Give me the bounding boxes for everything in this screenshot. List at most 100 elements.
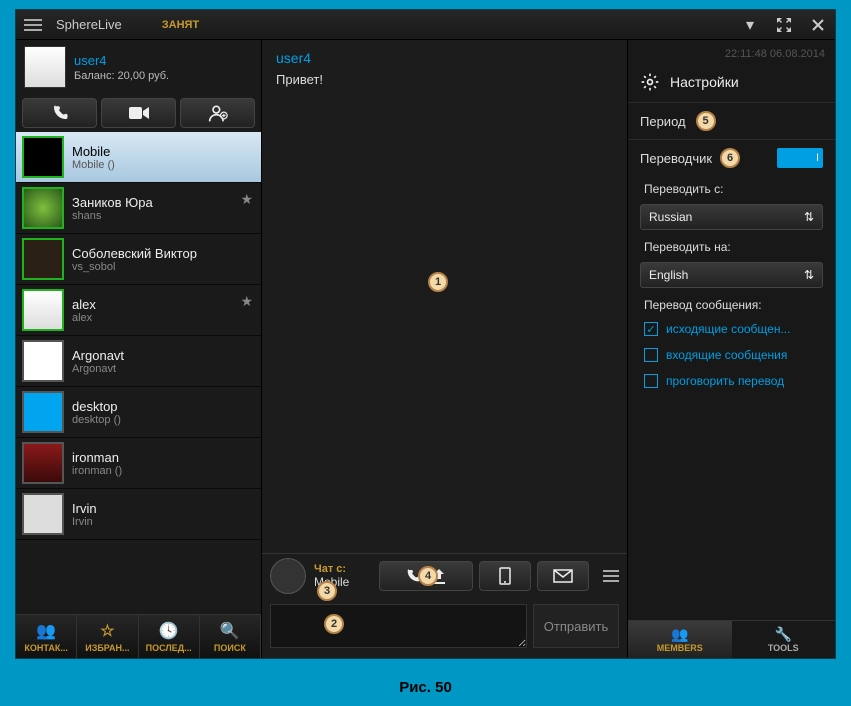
sidebar-tabs: 👥КОНТАК... ☆ИЗБРАН... 🕓ПОСЛЕД... 🔍ПОИСК (16, 614, 261, 658)
tab-favorites[interactable]: ☆ИЗБРАН... (77, 615, 138, 658)
contact-item[interactable]: Соболевский Викторvs_sobol (16, 234, 261, 285)
translator-label: Переводчик (640, 151, 712, 166)
user-balance: Баланс: 20,00 руб. (74, 70, 169, 82)
chevron-updown-icon: ⇅ (804, 268, 814, 282)
callout-marker-4: 4 (418, 566, 438, 586)
contact-name: Mobile (72, 144, 115, 159)
translate-from-label: Переводить с: (628, 176, 835, 200)
contact-name: alex (72, 297, 96, 312)
tab-contacts[interactable]: 👥КОНТАК... (16, 615, 77, 658)
contact-name: Argonavt (72, 348, 124, 363)
translate-from-select[interactable]: Russian⇅ (640, 204, 823, 230)
settings-panel: 22:11:48 06.08.2014 Настройки Период 5 П… (627, 40, 835, 658)
translate-to-select[interactable]: English⇅ (640, 262, 823, 288)
chevron-updown-icon: ⇅ (804, 210, 814, 224)
avatar (22, 442, 64, 484)
contact-sub: Irvin (72, 516, 97, 528)
contact-item[interactable]: desktopdesktop () (16, 387, 261, 438)
fullscreen-icon[interactable] (775, 16, 793, 34)
video-call-button[interactable] (101, 98, 176, 128)
contact-sub: alex (72, 312, 96, 324)
contact-name: desktop (72, 399, 121, 414)
check-outgoing[interactable]: исходящие сообщен... (628, 316, 835, 342)
avatar (22, 289, 64, 331)
checkbox-icon (644, 374, 658, 388)
contact-item[interactable]: MobileMobile () (16, 132, 261, 183)
chat-with-label: Чат с: (314, 563, 349, 575)
contact-add-button[interactable] (180, 98, 255, 128)
call-upload-button[interactable]: 4 (379, 561, 473, 591)
contact-name: Irvin (72, 501, 97, 516)
status-busy: ЗАНЯТ (162, 19, 199, 31)
gear-icon (640, 72, 660, 92)
avatar (22, 340, 64, 382)
callout-marker-6: 6 (720, 148, 740, 168)
tab-tools[interactable]: 🔧TOOLS (732, 621, 836, 658)
contact-sub: Argonavt (72, 363, 124, 375)
period-label: Период (640, 114, 686, 129)
avatar (270, 558, 306, 594)
checkbox-icon (644, 322, 658, 336)
mobile-button[interactable] (479, 561, 531, 591)
contact-item[interactable]: ArgonavtArgonavt (16, 336, 261, 387)
avatar (22, 187, 64, 229)
clock-icon: 🕓 (159, 621, 179, 641)
callout-marker-5: 5 (696, 111, 716, 131)
avatar (22, 493, 64, 535)
contact-sub: Mobile () (72, 159, 115, 171)
app-window: SphereLive ЗАНЯТ ▾ user4 Баланс: 20,00 р… (15, 9, 836, 659)
checkbox-icon (644, 348, 658, 362)
user-name: user4 (74, 53, 169, 68)
chat-username: user4 (276, 50, 311, 66)
translate-msg-label: Перевод сообщения: (628, 292, 835, 316)
chat-toolbar: Чат с: Mobile 3 4 (262, 554, 627, 598)
callout-marker-2: 2 (324, 614, 344, 634)
translator-toggle[interactable]: I (777, 148, 823, 168)
titlebar: SphereLive ЗАНЯТ ▾ (16, 10, 835, 40)
tab-search[interactable]: 🔍ПОИСК (200, 615, 261, 658)
mobile-icon (499, 567, 511, 585)
avatar (24, 46, 66, 88)
contact-item[interactable]: IrvinIrvin (16, 489, 261, 540)
sidebar: user4 Баланс: 20,00 руб. MobileMobi (16, 40, 262, 658)
app-title: SphereLive (56, 17, 122, 32)
tools-icon: 🔧 (775, 626, 792, 643)
contact-list: MobileMobile () Заников Юраshans ★ Собол… (16, 132, 261, 614)
check-incoming[interactable]: входящие сообщения (628, 342, 835, 368)
mail-button[interactable] (537, 561, 589, 591)
settings-title: Настройки (670, 74, 739, 90)
tab-members[interactable]: 👥MEMBERS (628, 621, 732, 658)
star-icon[interactable]: ★ (240, 191, 253, 208)
check-speak[interactable]: проговорить перевод (628, 368, 835, 394)
contacts-icon: 👥 (36, 621, 56, 641)
chat-menu-icon[interactable] (603, 570, 619, 582)
mail-icon (553, 569, 573, 583)
contact-sub: shans (72, 210, 153, 222)
chat-area: user4 Привет! 1 (262, 40, 627, 553)
contact-item[interactable]: alexalex ★ (16, 285, 261, 336)
voice-call-button[interactable] (22, 98, 97, 128)
avatar (22, 238, 64, 280)
contact-item[interactable]: ironmanironman () (16, 438, 261, 489)
contact-sub: desktop () (72, 414, 121, 426)
figure-caption: Рис. 50 (0, 679, 851, 696)
close-icon[interactable] (809, 16, 827, 34)
search-icon: 🔍 (220, 621, 240, 641)
chat-panel: user4 Привет! 1 Чат с: Mobile 3 (262, 40, 627, 658)
send-button[interactable]: Отправить (533, 604, 619, 648)
chat-timestamp: 22:11:48 06.08.2014 (725, 48, 825, 60)
contact-sub: ironman () (72, 465, 122, 477)
contact-item[interactable]: Заников Юраshans ★ (16, 183, 261, 234)
tab-recent[interactable]: 🕓ПОСЛЕД... (139, 615, 200, 658)
callout-marker-1: 1 (428, 272, 448, 292)
star-icon: ☆ (100, 621, 114, 641)
dropdown-icon[interactable]: ▾ (741, 16, 759, 34)
message-input[interactable] (270, 604, 527, 648)
star-icon[interactable]: ★ (240, 293, 253, 310)
menu-icon[interactable] (24, 19, 42, 31)
avatar (22, 136, 64, 178)
contact-name: Соболевский Виктор (72, 246, 197, 261)
contact-sub: vs_sobol (72, 261, 197, 273)
contact-name: Заников Юра (72, 195, 153, 210)
members-icon: 👥 (671, 626, 688, 643)
